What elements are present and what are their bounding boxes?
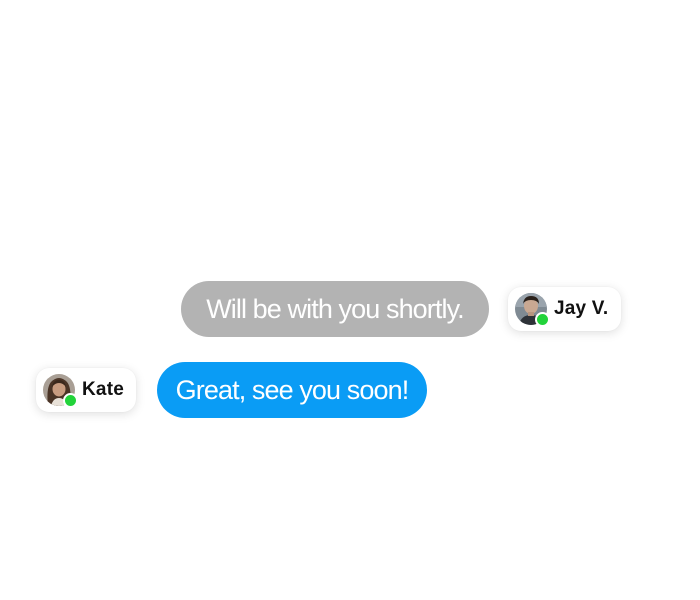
- online-status-indicator: [535, 312, 550, 327]
- sender-chip-jay[interactable]: Jay V.: [508, 287, 621, 331]
- sender-chip-kate[interactable]: Kate: [36, 368, 136, 412]
- online-status-indicator: [63, 393, 78, 408]
- sender-name: Kate: [82, 379, 124, 400]
- message-bubble-outgoing: Great, see you soon!: [157, 362, 427, 418]
- message-text: Will be with you shortly.: [206, 293, 464, 324]
- message-bubble-incoming: Will be with you shortly.: [181, 281, 489, 337]
- sender-name: Jay V.: [554, 298, 609, 319]
- avatar: [515, 293, 550, 327]
- message-text: Great, see you soon!: [175, 374, 410, 405]
- chat-stage: Will be with you shortly. Jay V. Kate Gr…: [0, 0, 700, 600]
- avatar: [43, 374, 78, 408]
